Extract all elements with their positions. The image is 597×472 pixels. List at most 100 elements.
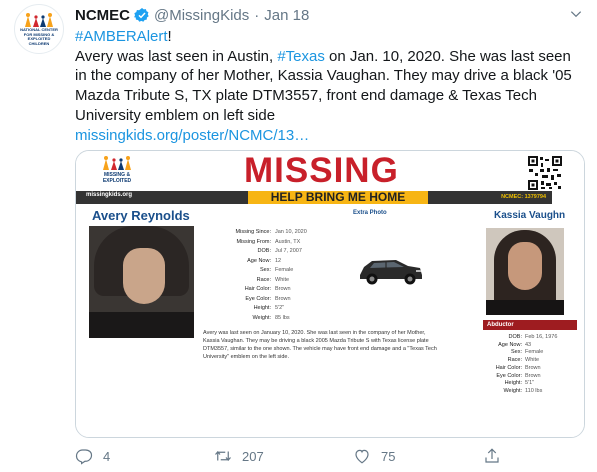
abductor-label: Abductor	[483, 320, 577, 330]
missing-title: MISSING	[244, 151, 399, 190]
detail-row: Missing Since: Jan 10, 2020	[204, 228, 307, 238]
author-handle[interactable]: @MissingKids	[154, 7, 249, 24]
detail-label: Missing From:	[236, 238, 271, 245]
detail-row: Race: White	[204, 276, 307, 286]
tweet-date[interactable]: Jan 18	[264, 7, 309, 24]
detail-value: Austin, TX	[275, 238, 301, 245]
poster-family-icon	[103, 156, 131, 170]
child-photo	[89, 226, 194, 338]
alert-suffix: !	[167, 28, 172, 45]
detail-value: Brown	[275, 286, 291, 292]
detail-row: DOB: Jul 7, 2007	[204, 247, 307, 257]
detail-row: Height: 5'2"	[204, 304, 307, 314]
detail-row: Sex: Female	[204, 266, 307, 276]
abductor-photo	[486, 228, 564, 315]
like-count: 75	[381, 448, 396, 464]
detail-value: 5'1"	[525, 380, 535, 387]
case-number: NCMEC: 1379794	[501, 194, 546, 200]
detail-value: Brown	[525, 364, 541, 371]
reply-count: 4	[103, 448, 111, 464]
like-button[interactable]: 75	[353, 447, 395, 465]
poster-card[interactable]: MISSING & EXPLOITED MISSING missingkids.…	[75, 150, 585, 438]
retweet-icon	[215, 450, 231, 462]
detail-value: 85 lbs	[275, 314, 290, 321]
detail-value: Brown	[525, 372, 541, 379]
detail-value: 5'2"	[275, 305, 285, 311]
child-name: Avery Reynolds	[92, 208, 190, 223]
body-text-1: Avery was last seen in Austin,	[75, 47, 278, 65]
detail-label: Eye Color:	[496, 372, 522, 379]
banner-site: missingkids.org	[86, 192, 133, 198]
detail-label: Age Now:	[247, 257, 271, 264]
detail-row: Missing From: Austin, TX	[204, 238, 307, 248]
like-icon	[355, 449, 369, 464]
car-image	[360, 260, 422, 285]
detail-row: Age Now: 43	[478, 342, 557, 350]
tweet-text: #AMBERAlert! Avery was last seen in Aust…	[75, 27, 575, 145]
poster-logo-text: MISSING & EXPLOITED	[102, 172, 132, 184]
detail-value: White	[275, 276, 290, 283]
detail-label: Height:	[504, 380, 522, 387]
detail-row: Age Now: 12	[204, 257, 307, 267]
retweet-count: 207	[242, 448, 264, 464]
caret-down-icon[interactable]	[569, 7, 583, 21]
family-logo-icon	[25, 13, 53, 27]
extra-photo-label: Extra Photo	[353, 210, 387, 216]
detail-label: Missing Since:	[235, 229, 271, 235]
share-icon	[485, 448, 499, 463]
detail-value: Female	[525, 349, 544, 356]
detail-row: Eye Color: Brown	[478, 373, 557, 381]
poster-link[interactable]: missingkids.org/poster/NCMC/13…	[75, 127, 309, 144]
hashtag-texas[interactable]: #Texas	[277, 48, 325, 65]
detail-row: Sex: Female	[478, 349, 557, 357]
abductor-name: Kassia Vaughn	[494, 210, 566, 221]
qr-code-icon	[527, 155, 563, 191]
detail-label: DOB:	[508, 334, 522, 340]
detail-label: Hair Color:	[244, 286, 271, 292]
retweet-button[interactable]: 207	[214, 447, 264, 465]
detail-label: Sex:	[510, 349, 522, 356]
reply-icon	[75, 449, 93, 465]
detail-label: DOB:	[257, 248, 271, 254]
detail-value: Female	[275, 267, 294, 273]
detail-value: 110 lbs	[525, 387, 543, 394]
reply-button[interactable]: 4	[75, 447, 110, 465]
poster-logo: MISSING & EXPLOITED	[96, 155, 138, 195]
detail-row: Hair Color: Brown	[478, 365, 557, 373]
detail-label: Sex:	[259, 267, 271, 273]
hashtag-amberalert[interactable]: #AMBERAlert	[75, 28, 168, 45]
banner-help-text: HELP BRING ME HOME	[248, 191, 428, 204]
detail-row: Height: 5'1"	[478, 380, 557, 388]
detail-label: Age Now:	[498, 341, 522, 348]
detail-row: Weight: 110 lbs	[478, 388, 557, 396]
header-separator: ·	[254, 6, 260, 24]
detail-value: 43	[525, 341, 532, 348]
share-button[interactable]	[483, 447, 511, 465]
detail-value: 12	[275, 257, 282, 264]
detail-label: Race:	[256, 276, 271, 283]
detail-label: Hair Color:	[495, 364, 522, 371]
detail-row: Eye Color: Brown	[204, 295, 307, 305]
child-details: Missing Since: Jan 10, 2020 Missing From: A…	[204, 228, 307, 323]
case-description: Avery was last seen on January 10, 2020.…	[203, 330, 437, 360]
detail-label: Height:	[253, 305, 271, 311]
abductor-details: DOB: Feb 16, 1976 Age Now: 43 Sex: Female Race…	[478, 334, 558, 396]
detail-value: Jul 7, 2007	[275, 248, 302, 254]
missing-poster: MISSING & EXPLOITED MISSING missingkids.…	[76, 151, 584, 437]
detail-label: Eye Color:	[245, 295, 271, 302]
detail-row: Weight: 85 lbs	[204, 314, 307, 324]
tweet-actions: 4 207 75	[75, 447, 535, 467]
poster-banner: missingkids.org HELP BRING ME HOME NCMEC…	[76, 191, 552, 204]
detail-value: Feb 16, 1976	[525, 334, 558, 340]
detail-label: Weight:	[503, 387, 522, 394]
detail-value: White	[525, 357, 540, 364]
author-name[interactable]: NCMEC	[75, 7, 130, 24]
detail-label: Weight:	[252, 314, 271, 321]
detail-value: Brown	[275, 295, 291, 302]
avatar-logo-text: NATIONAL CENTER FOR MISSING & EXPLOITED …	[20, 27, 58, 46]
detail-row: Hair Color: Brown	[204, 285, 307, 295]
author-avatar[interactable]: NATIONAL CENTER FOR MISSING & EXPLOITED …	[14, 4, 64, 54]
tweet-header: NCMEC @MissingKids · Jan 18	[75, 5, 309, 25]
detail-row: Race: White	[478, 357, 557, 365]
tweet[interactable]: NATIONAL CENTER FOR MISSING & EXPLOITED …	[0, 0, 597, 472]
